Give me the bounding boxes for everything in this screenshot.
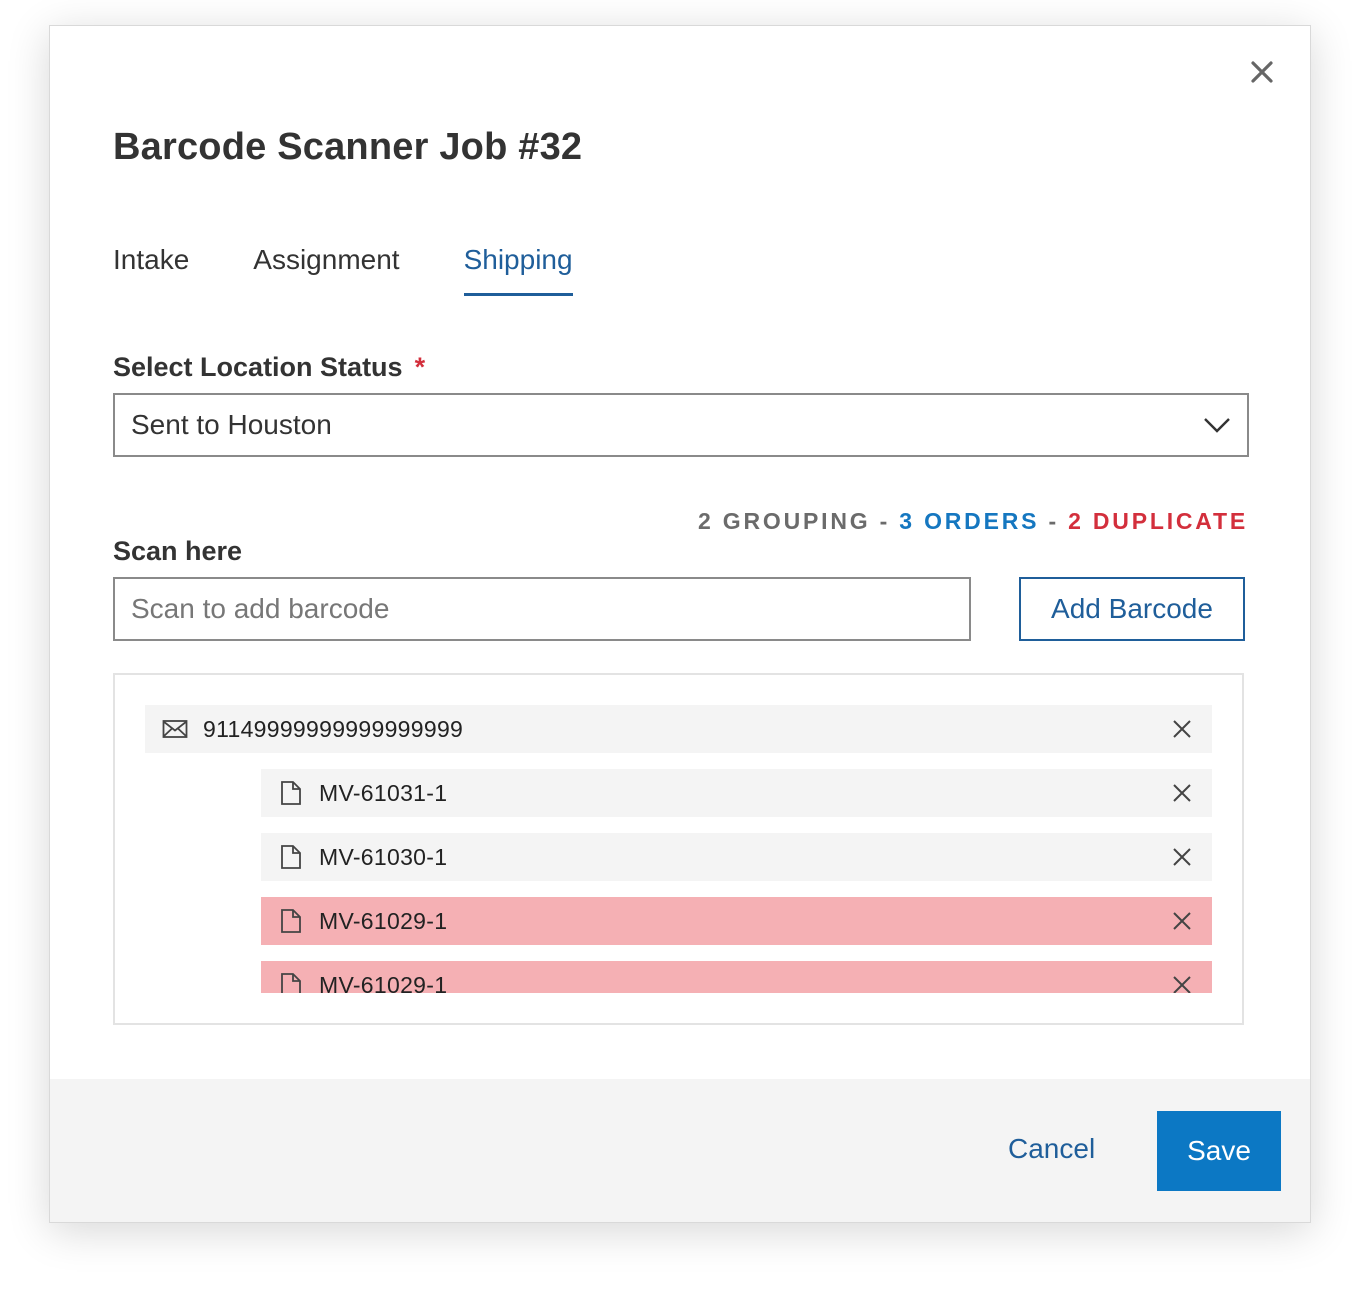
list-item-code: MV-61031-1 [319, 779, 448, 806]
remove-icon[interactable] [1170, 717, 1194, 741]
save-button[interactable]: Save [1157, 1111, 1281, 1191]
grouping-count: 2 GROUPING [698, 508, 871, 534]
summary-separator: - [870, 508, 900, 534]
add-barcode-button[interactable]: Add Barcode [1019, 577, 1245, 641]
cancel-button[interactable]: Cancel [1008, 1133, 1095, 1165]
document-icon [277, 843, 305, 871]
location-status-select[interactable]: Sent to Houston [113, 393, 1249, 457]
list-item-duplicate: MV-61029-1 [261, 961, 1212, 993]
list-item: MV-61030-1 [261, 833, 1212, 881]
remove-icon[interactable] [1170, 973, 1194, 993]
summary-separator: - [1039, 508, 1069, 534]
remove-icon[interactable] [1170, 909, 1194, 933]
list-item-group: 91149999999999999999 [145, 705, 1212, 753]
tab-shipping[interactable]: Shipping [463, 244, 573, 296]
list-item-code: 91149999999999999999 [203, 715, 464, 742]
scan-summary: 2 GROUPING - 3 ORDERS - 2 DUPLICATE [698, 508, 1248, 535]
close-icon [1251, 61, 1273, 83]
location-status-label-text: Select Location Status [113, 352, 403, 382]
envelope-icon [161, 715, 189, 743]
list-item-duplicate: MV-61029-1 [261, 897, 1212, 945]
close-button[interactable] [1246, 56, 1278, 88]
location-status-label: Select Location Status * [113, 352, 425, 383]
tab-assignment[interactable]: Assignment [253, 244, 399, 296]
list-item-code: MV-61029-1 [319, 971, 448, 994]
list-item-code: MV-61030-1 [319, 843, 448, 870]
dialog-title: Barcode Scanner Job #32 [113, 126, 583, 168]
list-item: MV-61031-1 [261, 769, 1212, 817]
scan-label: Scan here [113, 536, 243, 566]
dialog-footer: Cancel Save [50, 1079, 1310, 1222]
barcode-list-scroll[interactable]: 91149999999999999999 MV-61031-1 MV-61030… [145, 705, 1212, 993]
document-icon [277, 779, 305, 807]
chevron-down-icon [1204, 418, 1230, 433]
barcode-input[interactable] [113, 577, 971, 641]
duplicate-count: 2 DUPLICATE [1068, 508, 1248, 534]
barcode-list: 91149999999999999999 MV-61031-1 MV-61030… [113, 673, 1244, 1025]
document-icon [277, 971, 305, 993]
remove-icon[interactable] [1170, 845, 1194, 869]
tab-intake[interactable]: Intake [113, 244, 189, 296]
location-status-value: Sent to Houston [131, 409, 332, 440]
required-marker: * [414, 352, 426, 382]
document-icon [277, 907, 305, 935]
tab-bar: Intake Assignment Shipping [113, 244, 573, 296]
remove-icon[interactable] [1170, 781, 1194, 805]
barcode-scanner-dialog: Barcode Scanner Job #32 Intake Assignmen… [49, 25, 1311, 1223]
list-item-code: MV-61029-1 [319, 907, 448, 934]
orders-count: 3 ORDERS [899, 508, 1040, 534]
